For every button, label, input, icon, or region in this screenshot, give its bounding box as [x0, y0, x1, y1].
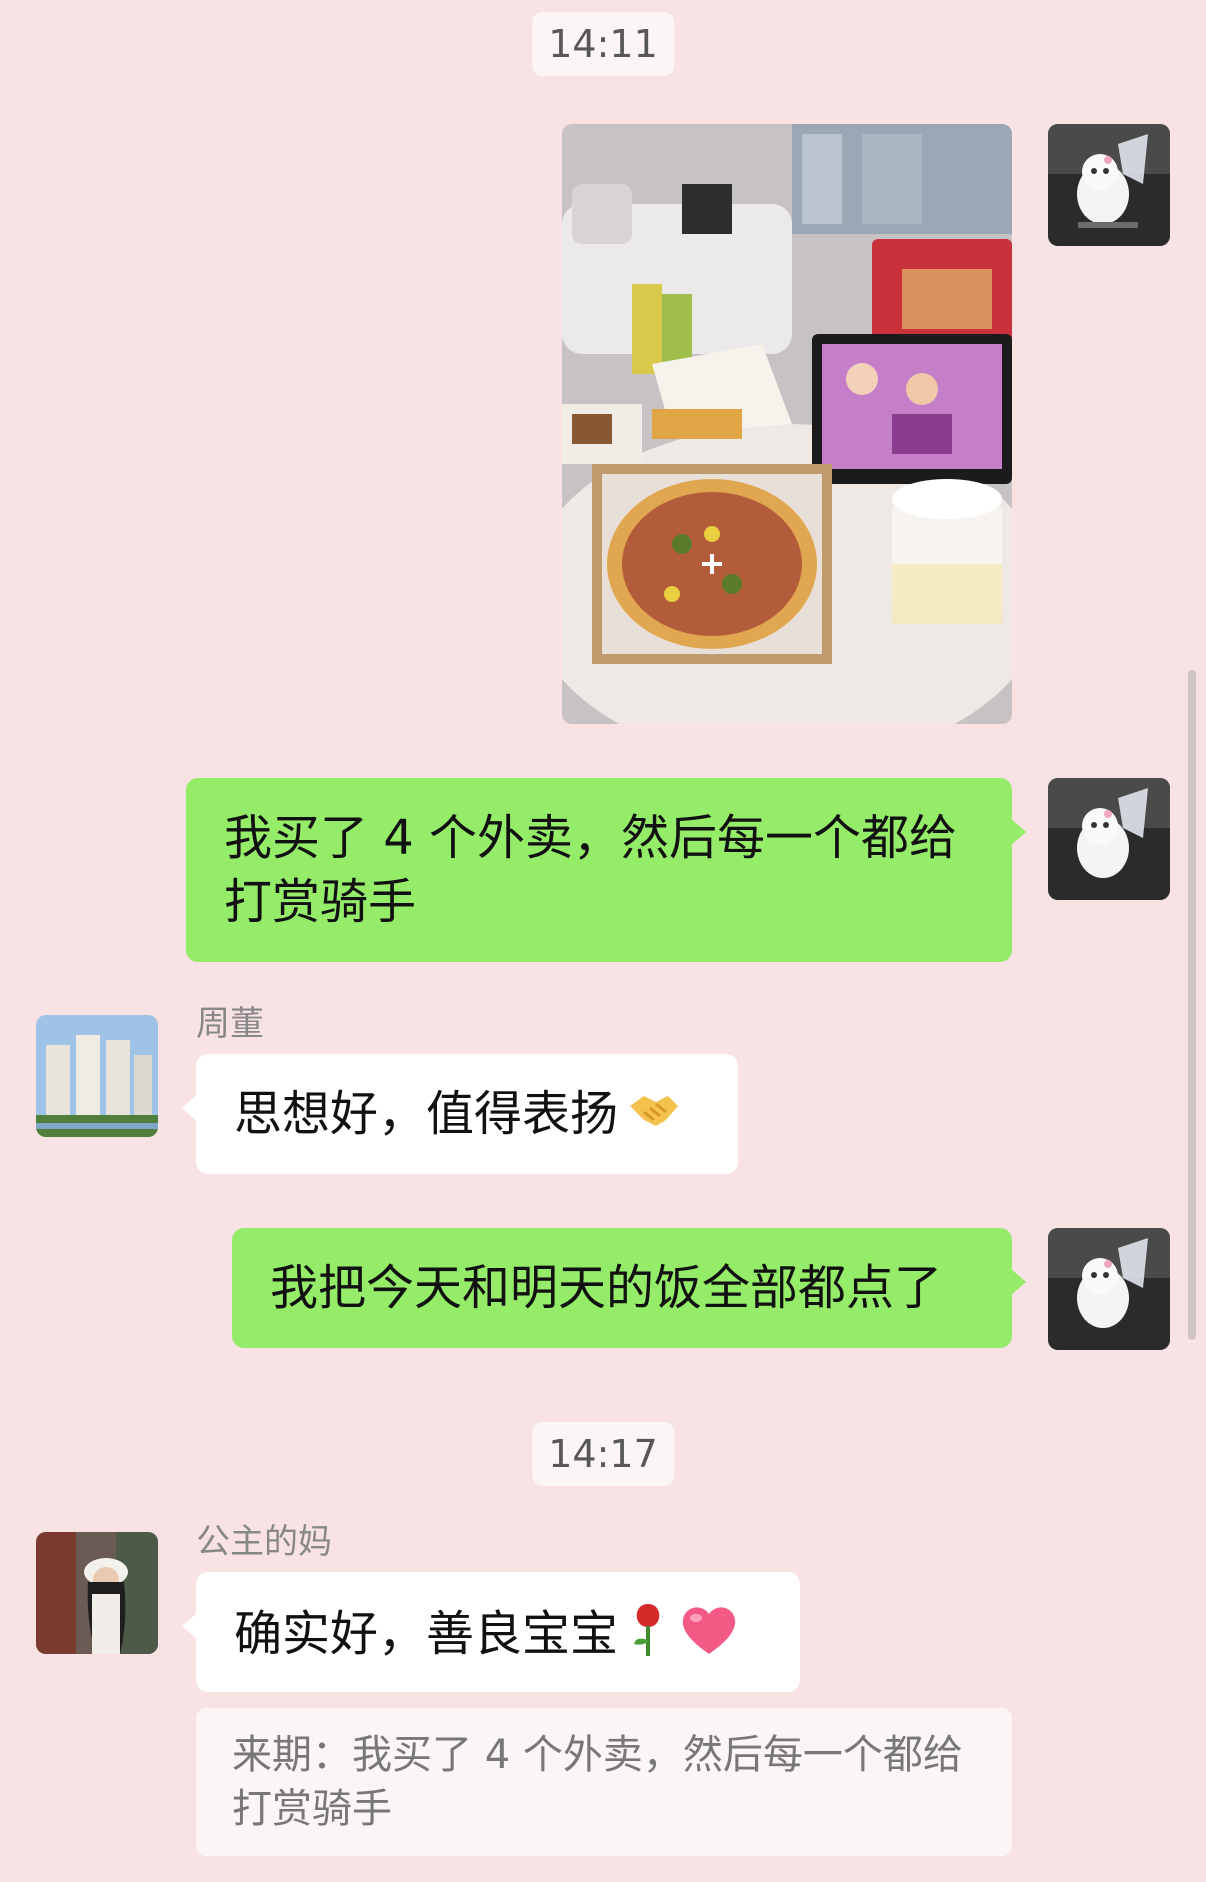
message-text: 我把今天和明天的饭全部都点了: [270, 1260, 943, 1316]
contact-avatar[interactable]: [36, 1015, 158, 1137]
quoted-message[interactable]: 来期：我买了 4 个外卖，然后每一个都给 打赏骑手: [196, 1708, 1012, 1856]
building-icon: [36, 1015, 158, 1137]
my-avatar[interactable]: [1048, 778, 1170, 900]
chat-view[interactable]: 14:11 我买了 4 个外卖，然后每一个都给 打赏骑手 周董 思想好，值得表扬…: [0, 0, 1206, 1882]
message-text: 思想好，值得表扬: [234, 1086, 619, 1142]
handshake-emoji-icon: [626, 1082, 682, 1154]
timestamp: 14:17: [532, 1422, 674, 1486]
sender-name: 周董: [196, 1004, 264, 1044]
my-avatar[interactable]: [1048, 124, 1170, 246]
timestamp: 14:11: [532, 12, 674, 76]
quote-text-line: 来期：我买了 4 个外卖，然后每一个都给: [232, 1732, 963, 1778]
contact-avatar[interactable]: [36, 1532, 158, 1654]
message-text: 确实好，善良宝宝: [234, 1606, 619, 1662]
white-cat-icon: [1048, 124, 1170, 246]
message-text-line: 打赏骑手: [224, 874, 417, 930]
food-photo[interactable]: [562, 124, 1012, 724]
white-cat-icon: [1048, 778, 1170, 900]
rose-emoji-icon: [626, 1600, 670, 1674]
message-bubble[interactable]: 确实好，善良宝宝: [182, 1572, 800, 1692]
message-bubble[interactable]: 我把今天和明天的饭全部都点了: [232, 1228, 1026, 1348]
scrollbar[interactable]: [1188, 670, 1196, 1340]
sender-name: 公主的妈: [196, 1522, 332, 1562]
quote-text-line: 打赏骑手: [232, 1786, 392, 1832]
heart-emoji-icon: [678, 1602, 740, 1674]
message-text-line: 我买了 4 个外卖，然后每一个都给: [224, 810, 958, 866]
photo-image: [562, 124, 1012, 724]
message-bubble[interactable]: 我买了 4 个外卖，然后每一个都给 打赏骑手: [186, 778, 1026, 962]
message-bubble[interactable]: 思想好，值得表扬: [182, 1054, 738, 1174]
white-cat-icon: [1048, 1228, 1170, 1350]
my-avatar[interactable]: [1048, 1228, 1170, 1350]
woman-photo-icon: [36, 1532, 158, 1654]
